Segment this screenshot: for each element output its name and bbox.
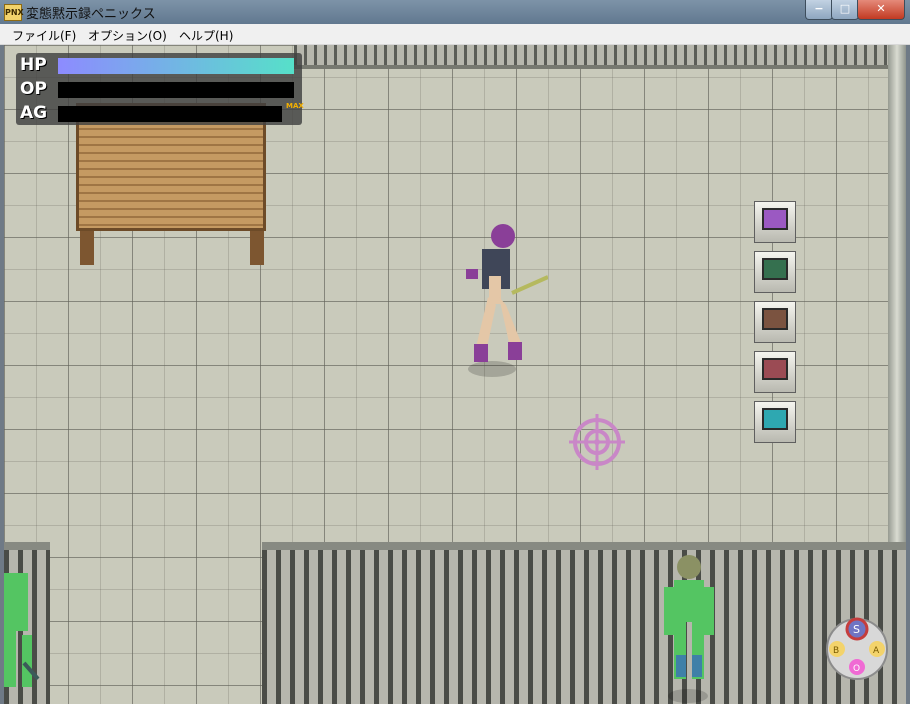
player-character (466, 224, 548, 377)
ag-label: AG (20, 103, 48, 123)
controller-button-s: S (853, 623, 860, 636)
hp-bar (58, 58, 294, 74)
op-bar (58, 82, 294, 98)
controller-button-o: O (853, 664, 860, 674)
minimize-button[interactable]: − (805, 0, 833, 20)
window-title: 変態黙示録ペニックス (26, 7, 156, 22)
color-key-panel (754, 201, 796, 451)
top-railing (294, 45, 906, 69)
title-bar[interactable]: PNX 変態黙示録ペニックス − □ ✕ (0, 0, 910, 25)
hp-label: HP (20, 55, 47, 75)
green-key-icon (762, 258, 788, 280)
op-label: OP (20, 79, 47, 99)
ag-bar (58, 106, 282, 122)
controller-guide: S B A O (826, 617, 888, 680)
purple-key-icon (762, 208, 788, 230)
menu-help[interactable]: ヘルプ(H) (179, 27, 233, 44)
key-slot-brown[interactable] (754, 301, 796, 343)
menu-options[interactable]: オプション(O) (88, 27, 167, 44)
game-window: PNX 変態黙示録ペニックス − □ ✕ ファイル(F) オプション(O) ヘル… (0, 0, 910, 704)
close-button[interactable]: ✕ (857, 0, 905, 20)
enemy-right-character (664, 555, 714, 703)
desk-leg-right (250, 231, 264, 265)
key-slot-green[interactable] (754, 251, 796, 293)
desk-leg-left (80, 231, 94, 265)
controller-button-a: A (873, 646, 880, 656)
red-key-icon (762, 358, 788, 380)
status-hud: HP OP AG MAX (16, 53, 304, 125)
menu-file[interactable]: ファイル(F) (12, 27, 76, 44)
max-label: MAX (286, 102, 304, 110)
brown-key-icon (762, 308, 788, 330)
key-slot-teal[interactable] (754, 401, 796, 443)
key-slot-red[interactable] (754, 351, 796, 393)
app-icon: PNX (4, 4, 24, 21)
iron-bars-right (262, 542, 906, 704)
enemy-left-character (4, 573, 40, 687)
hp-bar-fill (58, 58, 294, 74)
game-viewport[interactable]: HP OP AG MAX S B A O (4, 45, 906, 704)
controller-button-b: B (833, 646, 839, 656)
max-indicator: MAX (286, 103, 304, 123)
maximize-button[interactable]: □ (831, 0, 859, 20)
teal-key-icon (762, 408, 788, 430)
key-slot-purple[interactable] (754, 201, 796, 243)
menu-bar: ファイル(F) オプション(O) ヘルプ(H) (0, 24, 910, 45)
crosshair-icon (569, 414, 625, 470)
